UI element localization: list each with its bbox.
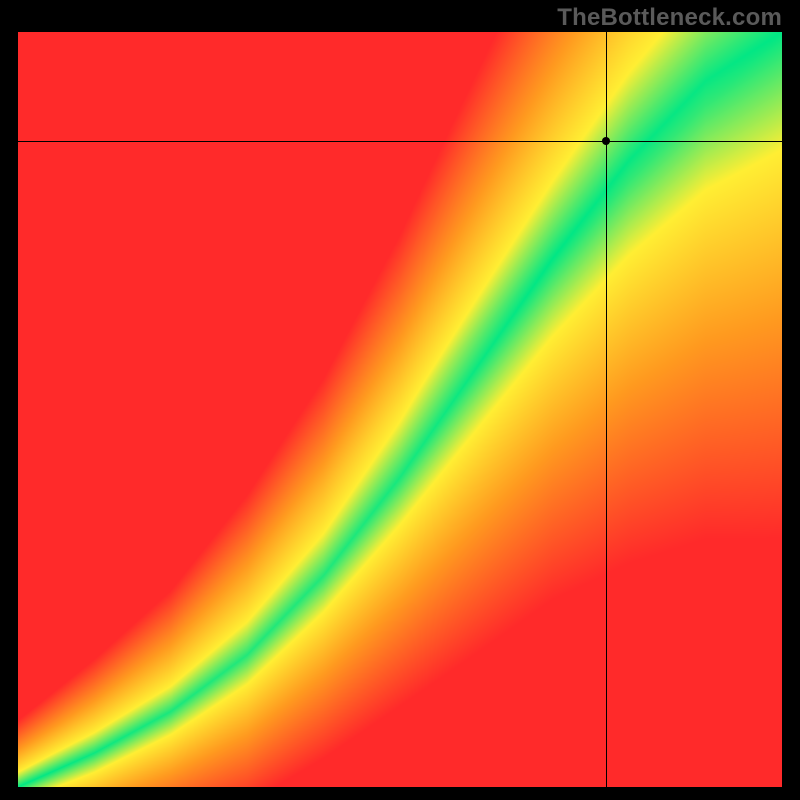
chart-frame: TheBottleneck.com xyxy=(0,0,800,800)
watermark-text: TheBottleneck.com xyxy=(557,4,782,32)
heatmap-plot xyxy=(18,32,782,787)
heatmap-canvas xyxy=(18,32,782,787)
